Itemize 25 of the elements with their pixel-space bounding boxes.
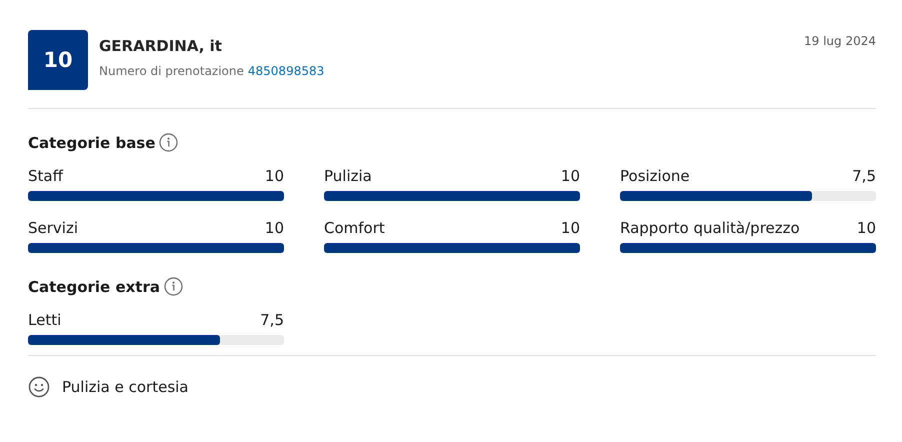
review-date: 19 lug 2024: [804, 33, 876, 48]
category-score: 10: [560, 219, 580, 237]
category-score: 10: [264, 219, 284, 237]
category-name: Servizi: [28, 219, 78, 237]
category-score: 7,5: [260, 311, 284, 329]
highlight-label: Pulizia e cortesia: [62, 378, 188, 396]
category-name: Comfort: [324, 219, 385, 237]
category-name: Posizione: [620, 167, 690, 185]
reviewer-name: GERARDINA, it: [99, 37, 223, 55]
category-name: Pulizia: [324, 167, 372, 185]
section-title: Categorie base: [28, 134, 156, 152]
category-score: 10: [264, 167, 284, 185]
booking-number: 4850898583: [248, 64, 324, 78]
smiley-icon: [28, 376, 50, 398]
category-score: 10: [856, 219, 876, 237]
section-title: Categorie extra: [28, 278, 160, 296]
category-name: Staff: [28, 167, 63, 185]
score-badge: 10: [28, 30, 88, 90]
category-name: Rapporto qualità/prezzo: [620, 219, 800, 237]
booking-label: Numero di prenotazione: [99, 64, 244, 78]
category-score: 10: [560, 167, 580, 185]
info-icon[interactable]: [159, 133, 178, 152]
info-icon[interactable]: [164, 277, 183, 296]
category-name: Letti: [28, 311, 62, 329]
category-score: 7,5: [852, 167, 876, 185]
